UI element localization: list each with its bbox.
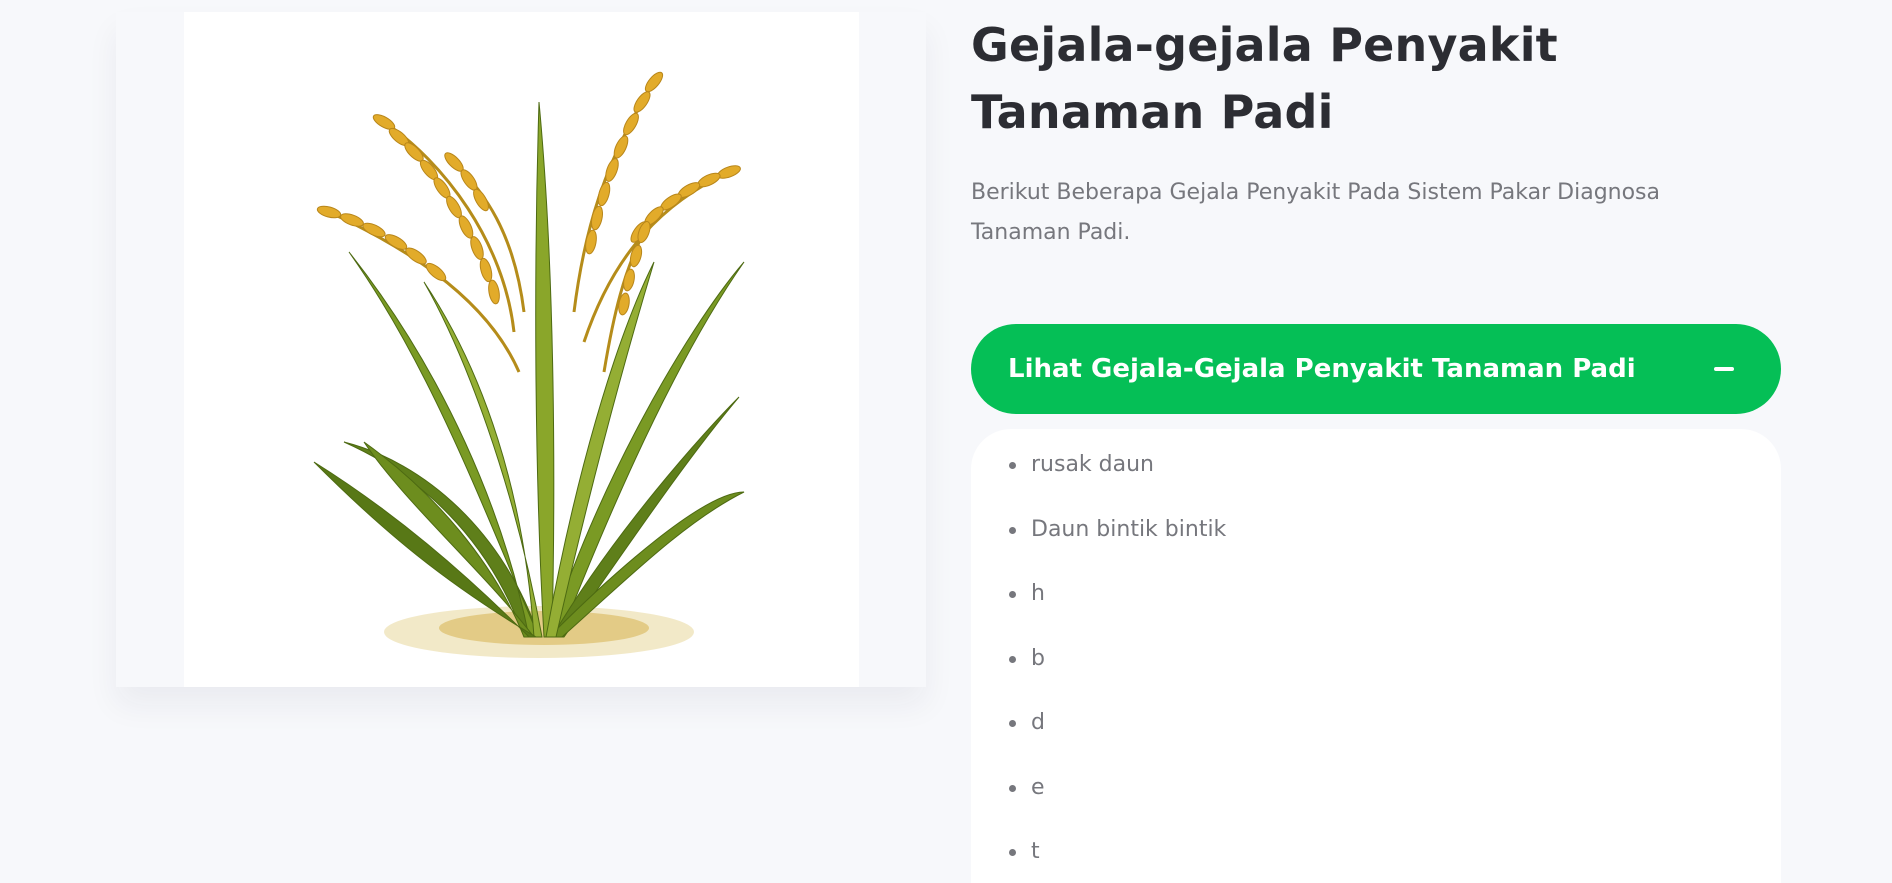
accordion-title: Lihat Gejala-Gejala Penyakit Tanaman Pad… — [1008, 354, 1636, 384]
symptom-item: h — [971, 581, 1781, 649]
bullet-icon — [1009, 591, 1016, 598]
symptom-item: Daun bintik bintik — [971, 516, 1781, 585]
symptom-label: t — [1031, 839, 1040, 864]
content-section: Gejala-gejala Penyakit Tanaman Padi Beri… — [971, 12, 1781, 883]
rice-plant-image — [184, 12, 859, 687]
page-subtitle: Berikut Beberapa Gejala Penyakit Pada Si… — [971, 180, 1661, 245]
symptom-item: rusak daun — [971, 452, 1781, 520]
bullet-icon — [1009, 849, 1016, 856]
bullet-icon — [1009, 784, 1016, 792]
symptom-label: e — [1031, 774, 1045, 800]
symptom-item: d — [971, 710, 1781, 778]
bullet-icon — [1009, 526, 1016, 534]
symptom-item: b — [971, 645, 1781, 714]
symptom-label: Daun bintik bintik — [1031, 516, 1227, 542]
bullet-icon — [1009, 720, 1016, 727]
symptom-label: h — [1031, 581, 1045, 606]
page: Gejala-gejala Penyakit Tanaman Padi Beri… — [0, 0, 1892, 883]
symptom-list: rusak daun Daun bintik bintik h b d e t — [971, 452, 1781, 883]
accordion-panel: rusak daun Daun bintik bintik h b d e t — [971, 429, 1781, 883]
image-card — [116, 12, 926, 687]
symptom-item: e — [971, 774, 1781, 843]
bullet-icon — [1009, 655, 1016, 663]
symptom-label: b — [1031, 645, 1045, 671]
page-title: Gejala-gejala Penyakit Tanaman Padi — [971, 18, 1558, 139]
bullet-icon — [1009, 462, 1016, 469]
rice-plant-illustration — [313, 71, 745, 658]
accordion-toggle-button[interactable]: Lihat Gejala-Gejala Penyakit Tanaman Pad… — [971, 324, 1781, 414]
minus-icon[interactable] — [1714, 367, 1734, 371]
symptom-label: d — [1031, 710, 1045, 735]
symptom-label: rusak daun — [1031, 452, 1154, 477]
symptom-item: t — [971, 839, 1781, 883]
